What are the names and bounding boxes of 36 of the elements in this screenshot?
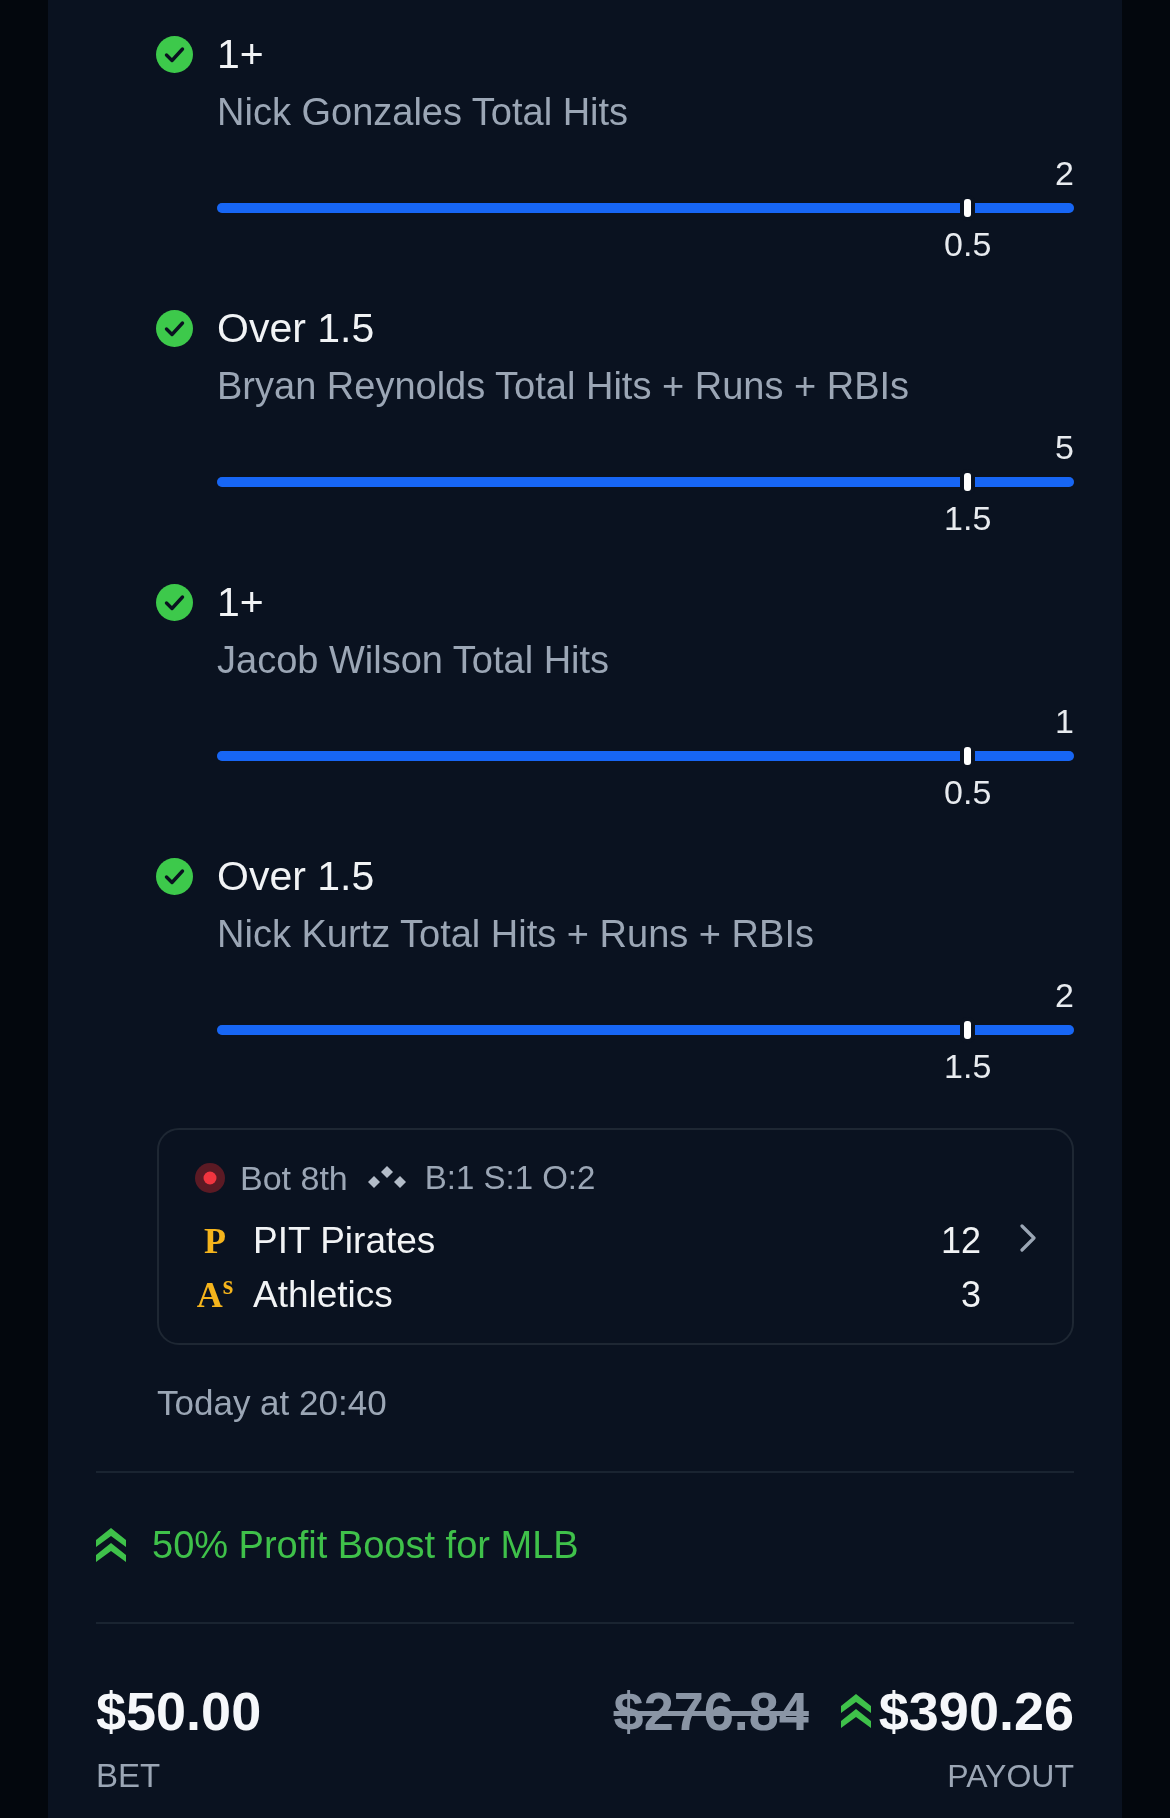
boosted-payout: $390.26 xyxy=(878,1681,1074,1741)
start-time: Today at 20:40 xyxy=(157,1383,387,1423)
selection-label: 1+ xyxy=(217,579,264,625)
result-value: 1 xyxy=(1055,705,1074,737)
chevron-right-icon xyxy=(1020,1224,1036,1252)
team-name: PIT Pirates xyxy=(253,1219,437,1263)
bases-diamonds-icon xyxy=(366,1165,407,1191)
selection-label: 1+ xyxy=(217,31,264,77)
promo-label: 50% Profit Boost for MLB xyxy=(152,1523,579,1568)
team-logo: P xyxy=(203,1220,227,1263)
original-payout: $276.84 xyxy=(613,1681,809,1741)
inning-label: Bot 8th xyxy=(240,1159,348,1197)
team-name: Athletics xyxy=(253,1273,394,1317)
bet-amount: $50.00 xyxy=(96,1681,262,1741)
game-card[interactable]: Bot 8th B:1 S:1 O:2 P PIT Pirates 12 A$^{s}$ Athletics 3 xyxy=(157,1128,1074,1345)
market-name: Nick Gonzales Total Hits xyxy=(217,92,629,132)
count-label: B:1 S:1 O:2 xyxy=(424,1159,596,1197)
line-value: 1.5 xyxy=(944,1050,992,1082)
bet-label: BET xyxy=(96,1756,161,1796)
market-name: Nick Kurtz Total Hits + Runs + RBIs xyxy=(217,914,814,954)
team-logo: A$^{s}$ xyxy=(195,1273,235,1317)
double-chevron-up-icon xyxy=(96,1528,126,1562)
payout-label: PAYOUT xyxy=(947,1757,1074,1796)
team-score: 3 xyxy=(960,1273,981,1317)
market-name: Jacob Wilson Total Hits xyxy=(217,640,610,680)
line-value: 0.5 xyxy=(944,228,992,260)
result-value: 5 xyxy=(1055,431,1074,463)
selection-label: Over 1.5 xyxy=(217,853,375,899)
double-chevron-up-icon xyxy=(840,1694,871,1728)
market-name: Bryan Reynolds Total Hits + Runs + RBIs xyxy=(217,366,910,406)
result-value: 2 xyxy=(1055,979,1074,1011)
line-value: 1.5 xyxy=(944,502,992,534)
team-score: 12 xyxy=(940,1219,981,1263)
result-value: 2 xyxy=(1055,157,1074,189)
line-value: 0.5 xyxy=(944,776,992,808)
selection-label: Over 1.5 xyxy=(217,305,375,351)
